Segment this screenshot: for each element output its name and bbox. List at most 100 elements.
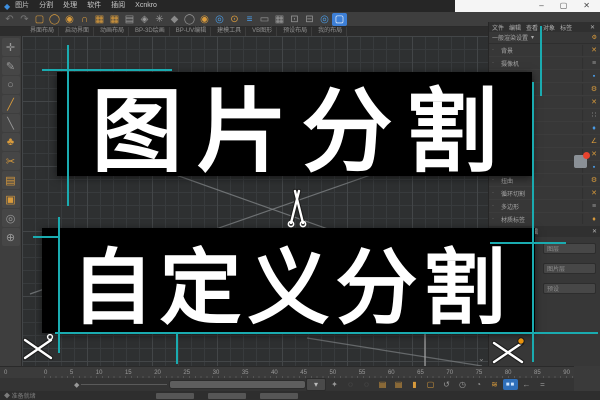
object-tag-icon[interactable]: ▪: [588, 73, 600, 80]
visibility-toggle[interactable]: ·: [492, 47, 501, 53]
menu-item[interactable]: Xcnkro: [135, 0, 157, 12]
toolbar-icon[interactable]: ⊟: [302, 13, 317, 26]
tool-button[interactable]: ▤: [2, 171, 20, 189]
transport-icon[interactable]: ▾: [306, 378, 326, 391]
layout-tab[interactable]: 界面布局: [26, 27, 59, 36]
tool-button[interactable]: ✎: [2, 57, 20, 75]
object-tag-icon[interactable]: ✕: [588, 189, 600, 197]
toolbar-icon[interactable]: ▦: [92, 13, 107, 26]
tool-button[interactable]: ◎: [2, 209, 20, 227]
keyframe-diamond-icon[interactable]: ◆: [74, 381, 79, 389]
object-tag-icon[interactable]: ≡: [588, 60, 600, 67]
visibility-toggle[interactable]: ·: [492, 177, 501, 183]
tool-button[interactable]: ✂: [2, 152, 20, 170]
toolbar-icon[interactable]: ▦: [107, 13, 122, 26]
menu-item[interactable]: 处理: [63, 0, 77, 12]
transport-icon[interactable]: ■■: [503, 379, 518, 390]
object-manager-menu-item[interactable]: 编辑: [509, 23, 521, 32]
transport-icon[interactable]: ▤: [375, 379, 390, 390]
layout-tab[interactable]: 预设布局: [279, 27, 312, 36]
object-manager-menu-item[interactable]: 查看: [526, 23, 538, 32]
toolbar-icon[interactable]: ✳: [152, 13, 167, 26]
layout-tab[interactable]: 动画布局: [96, 27, 129, 36]
transport-icon[interactable]: =: [535, 379, 550, 390]
toolbar-icon[interactable]: ▭: [257, 13, 272, 26]
toolbar-icon[interactable]: ⊡: [287, 13, 302, 26]
toolbar-icon[interactable]: ▦: [272, 13, 287, 26]
transport-icon[interactable]: ▢: [423, 379, 438, 390]
material-slot[interactable]: [208, 393, 246, 399]
object-row[interactable]: · 循环切割 │ ✕: [489, 187, 600, 200]
object-tag-icon[interactable]: ⚙: [588, 85, 600, 93]
material-slot[interactable]: [156, 393, 194, 399]
transport-icon[interactable]: ◌: [359, 379, 374, 390]
toolbar-icon[interactable]: ◎: [317, 13, 332, 26]
transport-icon[interactable]: ◷: [455, 379, 470, 390]
menu-item[interactable]: 分割: [39, 0, 53, 12]
toolbar-icon[interactable]: ▢: [32, 13, 47, 26]
object-manager-close-icon[interactable]: ✕: [590, 24, 595, 31]
toolbar-icon[interactable]: ◉: [197, 13, 212, 26]
layout-tab[interactable]: 建模工具: [213, 27, 246, 36]
viewport-corner-handle[interactable]: ⌄: [478, 354, 485, 363]
range-slider[interactable]: ◆: [0, 380, 306, 389]
object-tag-icon[interactable]: ∠: [588, 137, 600, 145]
layout-tab[interactable]: BP-UV编辑: [172, 27, 211, 36]
tool-button[interactable]: ▣: [2, 190, 20, 208]
object-row[interactable]: · 多边形 │ ≡: [489, 200, 600, 213]
close-button[interactable]: ✕: [583, 0, 590, 12]
toolbar-icon[interactable]: ◯: [182, 13, 197, 26]
tool-button[interactable]: ○: [2, 76, 20, 94]
timeline-ruler[interactable]: 0 051015202530354045505560657075808590: [0, 366, 574, 378]
object-tag-icon[interactable]: ✕: [588, 46, 600, 54]
layout-tab[interactable]: 启动界面: [61, 27, 94, 36]
tool-button[interactable]: ✛: [2, 38, 20, 56]
object-row[interactable]: · 材质标签 │ ♦: [489, 213, 600, 224]
object-manager-menu-item[interactable]: 对象: [543, 23, 555, 32]
transport-icon[interactable]: ✦: [327, 379, 342, 390]
toolbar-icon[interactable]: ◈: [137, 13, 152, 26]
layout-tab[interactable]: BP-3D绘画: [131, 27, 170, 36]
visibility-toggle[interactable]: ·: [492, 60, 501, 66]
menu-item[interactable]: 插阅: [111, 0, 125, 12]
toolbar-icon[interactable]: ∩: [77, 13, 92, 26]
toolbar-icon[interactable]: ◎: [212, 13, 227, 26]
object-row[interactable]: · 背景 │ ✕: [489, 44, 600, 57]
object-manager-filter[interactable]: 一般渲染设置 ▾ ⚙: [489, 32, 600, 44]
toolbar-icon[interactable]: ◉: [62, 13, 77, 26]
transport-icon[interactable]: ←: [519, 379, 534, 390]
object-tag-icon[interactable]: ♦: [588, 125, 600, 132]
slider-bar[interactable]: [169, 380, 306, 389]
minimize-button[interactable]: –: [539, 0, 543, 12]
toolbar-icon[interactable]: ⊙: [227, 13, 242, 26]
menu-item[interactable]: 软件: [87, 0, 101, 12]
layout-tab[interactable]: VB图形: [248, 27, 277, 36]
toolbar-icon[interactable]: ≡: [242, 13, 257, 26]
object-tag-icon[interactable]: ≡: [588, 203, 600, 210]
tool-button[interactable]: ⊕: [2, 228, 20, 246]
toolbar-icon[interactable]: ◯: [47, 13, 62, 26]
render-tag-icon[interactable]: [574, 155, 587, 168]
transport-icon[interactable]: ▤: [391, 379, 406, 390]
chevron-down-icon[interactable]: ▾: [531, 34, 534, 41]
transport-icon[interactable]: ↺: [439, 379, 454, 390]
object-manager-menu-item[interactable]: 标签: [560, 23, 572, 32]
object-manager-menu-item[interactable]: 文件: [492, 23, 504, 32]
toolbar-icon[interactable]: ▢: [332, 13, 347, 26]
object-row[interactable]: · 摄像机 │ ≡: [489, 57, 600, 70]
object-tag-icon[interactable]: ▪: [588, 164, 600, 171]
tool-button[interactable]: ╲: [2, 114, 20, 132]
tool-button[interactable]: ╱: [2, 95, 20, 113]
toolbar-icon[interactable]: ▤: [122, 13, 137, 26]
transport-icon[interactable]: ≋: [487, 379, 502, 390]
toolbar-icon[interactable]: ↷: [17, 13, 32, 26]
transport-icon[interactable]: ◔: [471, 379, 486, 390]
object-tag-icon[interactable]: ⚙: [588, 176, 600, 184]
visibility-toggle[interactable]: ·: [492, 203, 501, 209]
material-slot[interactable]: [260, 393, 298, 399]
layout-tab[interactable]: 我的布局: [314, 27, 347, 36]
toolbar-icon[interactable]: ◆: [167, 13, 182, 26]
attribute-close-icon[interactable]: ✕: [592, 228, 597, 235]
transport-icon[interactable]: ◌: [343, 379, 358, 390]
menu-item[interactable]: 图片: [15, 0, 29, 12]
